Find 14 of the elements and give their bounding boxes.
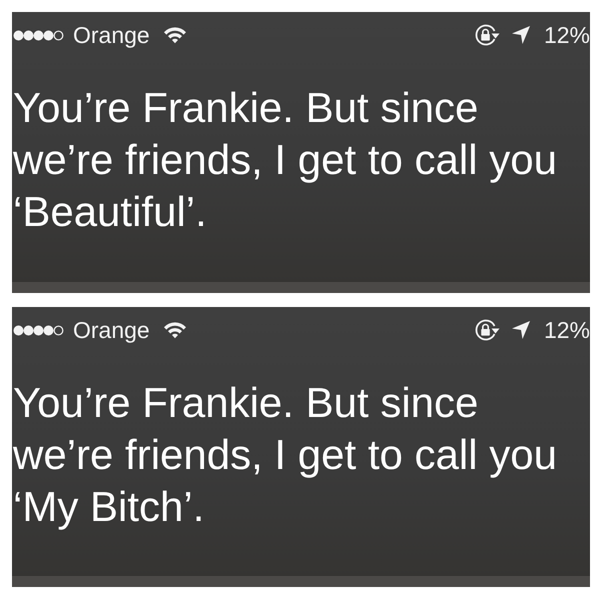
carrier-name: Orange [73,318,150,342]
battery-percentage: 12% [544,318,590,342]
signal-strength-icon [13,30,64,40]
message-text: You’re Frankie. But since we’re friends, I get to call you ‘Beautiful’. [13,83,558,237]
rotation-lock-icon [474,24,500,46]
signal-strength-icon [13,324,64,336]
wifi-icon [162,321,187,339]
location-arrow-icon [512,26,530,44]
battery-percentage: 12% [544,24,590,46]
message-text: You’re Frankie. But since we’re friends, I get to call you ‘My Bitch’. [13,378,558,532]
rotation-lock-icon [474,319,500,341]
wifi-icon [162,26,187,44]
carrier-name: Orange [73,24,150,46]
location-arrow-icon [512,321,530,339]
